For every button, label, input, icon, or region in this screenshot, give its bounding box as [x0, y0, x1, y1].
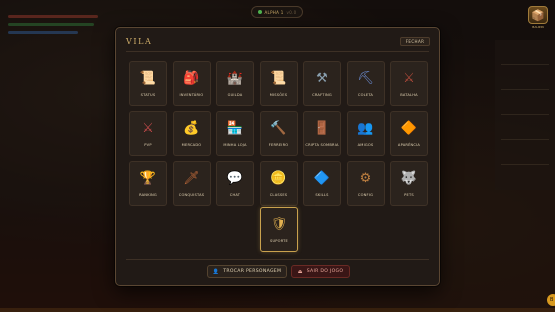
tile-invent-rio[interactable]: 🎒 INVENTÁRIO — [172, 61, 211, 106]
tile-label: PVP — [144, 143, 152, 147]
appearance-icon: 🔶 — [400, 120, 418, 136]
battle-icon: ⚔ — [403, 70, 415, 86]
tile-guilda[interactable]: 🏰 GUILDA — [216, 61, 254, 106]
backpack-icon: 🎒 — [183, 70, 200, 86]
pickaxe-icon: ⛏ — [357, 70, 374, 86]
tile-cripta-sombria[interactable]: 🚪 CRIPTA SOMBRIA — [303, 111, 341, 156]
version-number: v0.0 — [286, 9, 297, 15]
tile-minha-loja[interactable]: 🏪 MINHA LOJA — [216, 111, 254, 156]
tile-label: FERREIRO — [268, 143, 289, 147]
logout-button[interactable]: ⏏ SAIR DO JOGO — [291, 265, 350, 278]
scroll-icon: 📜 — [270, 70, 287, 86]
tile-label: INVENTÁRIO — [179, 93, 204, 97]
switch-character-button[interactable]: 👤 TROCAR PERSONAGEM — [207, 265, 287, 278]
tile-pets[interactable]: 🐺 PETS — [390, 161, 428, 206]
tile-label: SKILLS — [315, 193, 329, 197]
close-button[interactable]: FECHAR — [400, 37, 430, 46]
gear-icon: ⚙ — [359, 170, 372, 186]
pets-icon: 🐺 — [400, 170, 418, 186]
tile-chat[interactable]: 💬 CHAT — [216, 161, 254, 206]
status-icon: 📜 — [139, 70, 157, 86]
tile-ferreiro[interactable]: 🔨 FERREIRO — [259, 111, 298, 156]
tile-amigos[interactable]: 👥 AMIGOS — [346, 111, 385, 156]
treasure-chest-icon: 📦 — [528, 6, 548, 24]
version-badge: ALPHA 1 v0.0 — [251, 6, 303, 18]
treasure-button[interactable]: 📦 BAUZIN — [527, 6, 549, 32]
tile-mercado[interactable]: 💰 MERCADO — [172, 111, 211, 156]
tile-label: GUILDA — [227, 93, 243, 97]
corner-action-button[interactable]: B — [547, 294, 555, 306]
tile-label: CRAFTING — [312, 93, 332, 97]
anvil-icon: ⚒ — [316, 70, 328, 86]
divider — [126, 51, 429, 52]
tile-classes[interactable]: 🪙 CLASSES — [259, 161, 298, 206]
tile-label: MERCADO — [181, 143, 202, 147]
divider — [126, 259, 429, 260]
guild-icon: 🏰 — [226, 70, 244, 86]
skills-icon: 🔷 — [313, 170, 331, 186]
tile-miss-es[interactable]: 📜 MISSÕES — [259, 61, 298, 106]
background-bottom-bar — [0, 308, 555, 312]
tile-coleta[interactable]: ⛏ COLETA — [346, 61, 385, 106]
modal-title: VILA — [126, 37, 153, 46]
tile-label: CRIPTA SOMBRIA — [305, 143, 339, 147]
online-status-dot — [257, 10, 262, 14]
blacksmith-icon: 🔨 — [270, 120, 287, 136]
tile-label: BATALHA — [400, 93, 418, 97]
tile-crafting[interactable]: ⚒ CRAFTING — [303, 61, 341, 106]
tile-label: COLETA — [357, 93, 374, 97]
tile-apar-ncia[interactable]: 🔶 APARÊNCIA — [390, 111, 428, 156]
classes-icon: 🪙 — [270, 170, 287, 186]
crypt-icon: 🚪 — [313, 120, 331, 136]
ranking-icon: 🏆 — [139, 170, 157, 186]
tile-conquistas[interactable]: 🗡 CONQUISTAS — [172, 161, 211, 206]
tile-batalha[interactable]: ⚔ BATALHA — [390, 61, 428, 106]
tile-label: RANKING — [139, 193, 157, 197]
tile-status[interactable]: 📜 STATUS — [129, 61, 167, 106]
background-side-panel — [495, 40, 555, 190]
friends-icon: 👥 — [357, 120, 374, 136]
tile-config[interactable]: ⚙ CONFIG — [346, 161, 385, 206]
logout-label: SAIR DO JOGO — [306, 269, 344, 274]
menu-grid: 📜 STATUS 🎒 INVENTÁRIO 🏰 GUILDA 📜 MISSÕES ⚒ CRAFTI… — [129, 61, 428, 206]
tile-label: CHAT — [229, 193, 241, 197]
tile-label: STATUS — [140, 93, 156, 97]
user-switch-icon: 👤 — [212, 268, 220, 275]
tile-label: MISSÕES — [269, 93, 288, 97]
tile-label: SUPORTE — [269, 239, 288, 243]
logout-icon: ⏏ — [297, 268, 303, 275]
achievements-icon: 🗡 — [183, 170, 200, 186]
pvp-swords-icon: ⚔ — [142, 120, 154, 136]
shop-icon: 🏪 — [226, 120, 244, 136]
tile-support[interactable]: 🛡 SUPORTE — [260, 207, 298, 252]
tile-ranking[interactable]: 🏆 RANKING — [129, 161, 167, 206]
switch-character-label: TROCAR PERSONAGEM — [223, 269, 282, 274]
tile-label: MINHA LOJA — [223, 143, 247, 147]
support-icon: 🛡 — [270, 216, 288, 232]
tile-label: CONFIG — [357, 193, 374, 197]
market-icon: 💰 — [183, 120, 200, 136]
tile-label: PETS — [404, 193, 414, 197]
chat-icon: 💬 — [226, 170, 244, 186]
tile-label: CONQUISTAS — [178, 193, 205, 197]
version-badge-label: ALPHA 1 — [264, 9, 284, 15]
tile-label: AMIGOS — [357, 143, 374, 147]
tile-label: APARÊNCIA — [397, 143, 421, 147]
tile-pvp[interactable]: ⚔ PVP — [129, 111, 167, 156]
background-hud — [8, 10, 108, 39]
tile-skills[interactable]: 🔷 SKILLS — [303, 161, 341, 206]
treasure-label: BAUZIN — [532, 25, 544, 29]
village-modal: VILA FECHAR 📜 STATUS 🎒 INVENTÁRIO 🏰 GUILDA 📜 MI… — [115, 27, 440, 286]
tile-label: CLASSES — [269, 193, 288, 197]
